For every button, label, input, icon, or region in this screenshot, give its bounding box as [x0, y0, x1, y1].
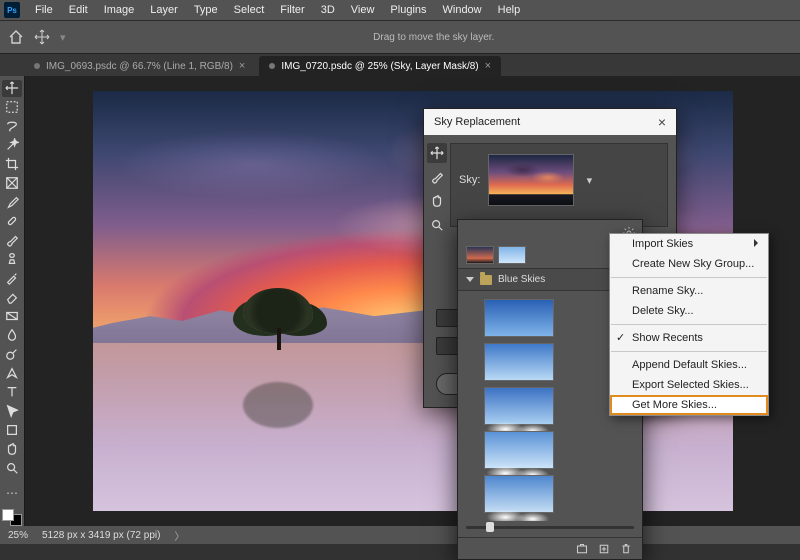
sky-brush-tool[interactable] [427, 167, 447, 187]
left-toolbar: ⋯ [0, 76, 24, 526]
path-select-tool[interactable] [2, 403, 22, 420]
picker-context-menu: Import Skies Create New Sky Group... Ren… [609, 233, 769, 416]
hand-tool[interactable] [427, 191, 447, 211]
cloud-doc-icon [34, 63, 40, 69]
shape-tool[interactable] [2, 422, 22, 439]
menu-separator [611, 324, 767, 325]
menu-type[interactable]: Type [187, 2, 225, 18]
recent-sky-thumb[interactable] [466, 246, 494, 264]
menu-plugins[interactable]: Plugins [383, 2, 433, 18]
doc-dimensions: 5128 px x 3419 px (72 ppi) [42, 530, 160, 541]
pen-tool[interactable] [2, 365, 22, 382]
frame-tool[interactable] [2, 175, 22, 192]
heal-tool[interactable] [2, 213, 22, 230]
status-bar: 25% 5128 px x 3419 px (72 ppi) 〉 [0, 526, 800, 544]
zoom-tool[interactable] [427, 215, 447, 235]
stamp-tool[interactable] [2, 251, 22, 268]
menu-help[interactable]: Help [491, 2, 528, 18]
zoom-tool[interactable] [2, 460, 22, 477]
color-swatches[interactable] [2, 509, 22, 526]
home-icon[interactable] [8, 29, 24, 45]
options-hint: Drag to move the sky layer. [76, 32, 792, 43]
cloud-doc-icon [269, 63, 275, 69]
menu-select[interactable]: Select [227, 2, 272, 18]
move-tool[interactable] [2, 80, 22, 97]
gradient-tool[interactable] [2, 308, 22, 325]
dodge-tool[interactable] [2, 346, 22, 363]
sky-label: Sky: [459, 174, 480, 186]
brush-tool[interactable] [2, 232, 22, 249]
sky-preset-thumb[interactable] [488, 154, 574, 206]
recent-sky-thumb[interactable] [498, 246, 526, 264]
sky-panel: Sky: ▾ [450, 143, 668, 227]
new-icon[interactable] [598, 543, 610, 555]
group-label: Blue Skies [498, 274, 545, 285]
type-tool[interactable] [2, 384, 22, 401]
trash-icon[interactable] [620, 543, 632, 555]
menu-rename-sky[interactable]: Rename Sky... [610, 281, 768, 301]
close-icon[interactable]: × [485, 60, 491, 72]
tab-img-0693[interactable]: IMG_0693.psdc @ 66.7% (Line 1, RGB/8) × [24, 56, 255, 76]
chevron-down-icon [466, 277, 474, 282]
eyedropper-tool[interactable] [2, 194, 22, 211]
zoom-level[interactable]: 25% [8, 530, 28, 541]
menu-append-default[interactable]: Append Default Skies... [610, 355, 768, 375]
chevron-right-icon[interactable]: 〉 [174, 528, 184, 543]
sky-thumb[interactable] [484, 299, 554, 337]
tab-label: IMG_0693.psdc @ 66.7% (Line 1, RGB/8) [46, 61, 233, 72]
import-icon[interactable] [576, 543, 588, 555]
thumb-size-slider[interactable] [458, 521, 642, 537]
menu-window[interactable]: Window [436, 2, 489, 18]
wand-tool[interactable] [2, 137, 22, 154]
hand-tool[interactable] [2, 441, 22, 458]
edit-toolbar[interactable]: ⋯ [2, 484, 22, 501]
menu-import-skies[interactable]: Import Skies [610, 234, 768, 254]
menu-separator [611, 351, 767, 352]
dialog-toolbar [424, 139, 450, 235]
move-sky-tool[interactable] [427, 143, 447, 163]
chevron-down-icon[interactable]: ▾ [582, 173, 596, 187]
check-icon: ✓ [616, 331, 625, 344]
close-icon[interactable]: × [239, 60, 245, 72]
menu-image[interactable]: Image [97, 2, 142, 18]
sky-thumb[interactable] [484, 387, 554, 425]
dialog-titlebar[interactable]: Sky Replacement × [424, 109, 676, 135]
lasso-tool[interactable] [2, 118, 22, 135]
menu-3d[interactable]: 3D [314, 2, 342, 18]
tab-label: IMG_0720.psdc @ 25% (Sky, Layer Mask/8) [281, 61, 478, 72]
menu-file[interactable]: File [28, 2, 60, 18]
eraser-tool[interactable] [2, 289, 22, 306]
menu-show-recents[interactable]: ✓ Show Recents [610, 328, 768, 348]
dialog-title-text: Sky Replacement [434, 116, 520, 128]
blur-tool[interactable] [2, 327, 22, 344]
document-tab-bar: IMG_0693.psdc @ 66.7% (Line 1, RGB/8) × … [0, 54, 800, 76]
options-bar: ▾ Drag to move the sky layer. [0, 20, 800, 54]
crop-tool[interactable] [2, 156, 22, 173]
history-brush-tool[interactable] [2, 270, 22, 287]
menu-view[interactable]: View [344, 2, 382, 18]
menu-create-sky-group[interactable]: Create New Sky Group... [610, 254, 768, 274]
menu-bar: Ps File Edit Image Layer Type Select Fil… [0, 0, 800, 20]
tab-img-0720[interactable]: IMG_0720.psdc @ 25% (Sky, Layer Mask/8) … [259, 56, 501, 76]
close-icon[interactable]: × [658, 114, 666, 130]
sky-thumb[interactable] [484, 431, 554, 469]
menu-filter[interactable]: Filter [273, 2, 311, 18]
menu-edit[interactable]: Edit [62, 2, 95, 18]
move-tool-icon[interactable] [34, 29, 50, 45]
menu-export-selected[interactable]: Export Selected Skies... [610, 375, 768, 395]
menu-separator [611, 277, 767, 278]
menu-layer[interactable]: Layer [143, 2, 185, 18]
submenu-arrow-icon [754, 239, 762, 247]
folder-icon [480, 275, 492, 285]
sky-thumb[interactable] [484, 475, 554, 513]
marquee-tool[interactable] [2, 99, 22, 116]
sky-thumb[interactable] [484, 343, 554, 381]
menu-get-more-skies[interactable]: Get More Skies... [610, 395, 768, 415]
app-logo: Ps [4, 2, 20, 18]
menu-delete-sky[interactable]: Delete Sky... [610, 301, 768, 321]
